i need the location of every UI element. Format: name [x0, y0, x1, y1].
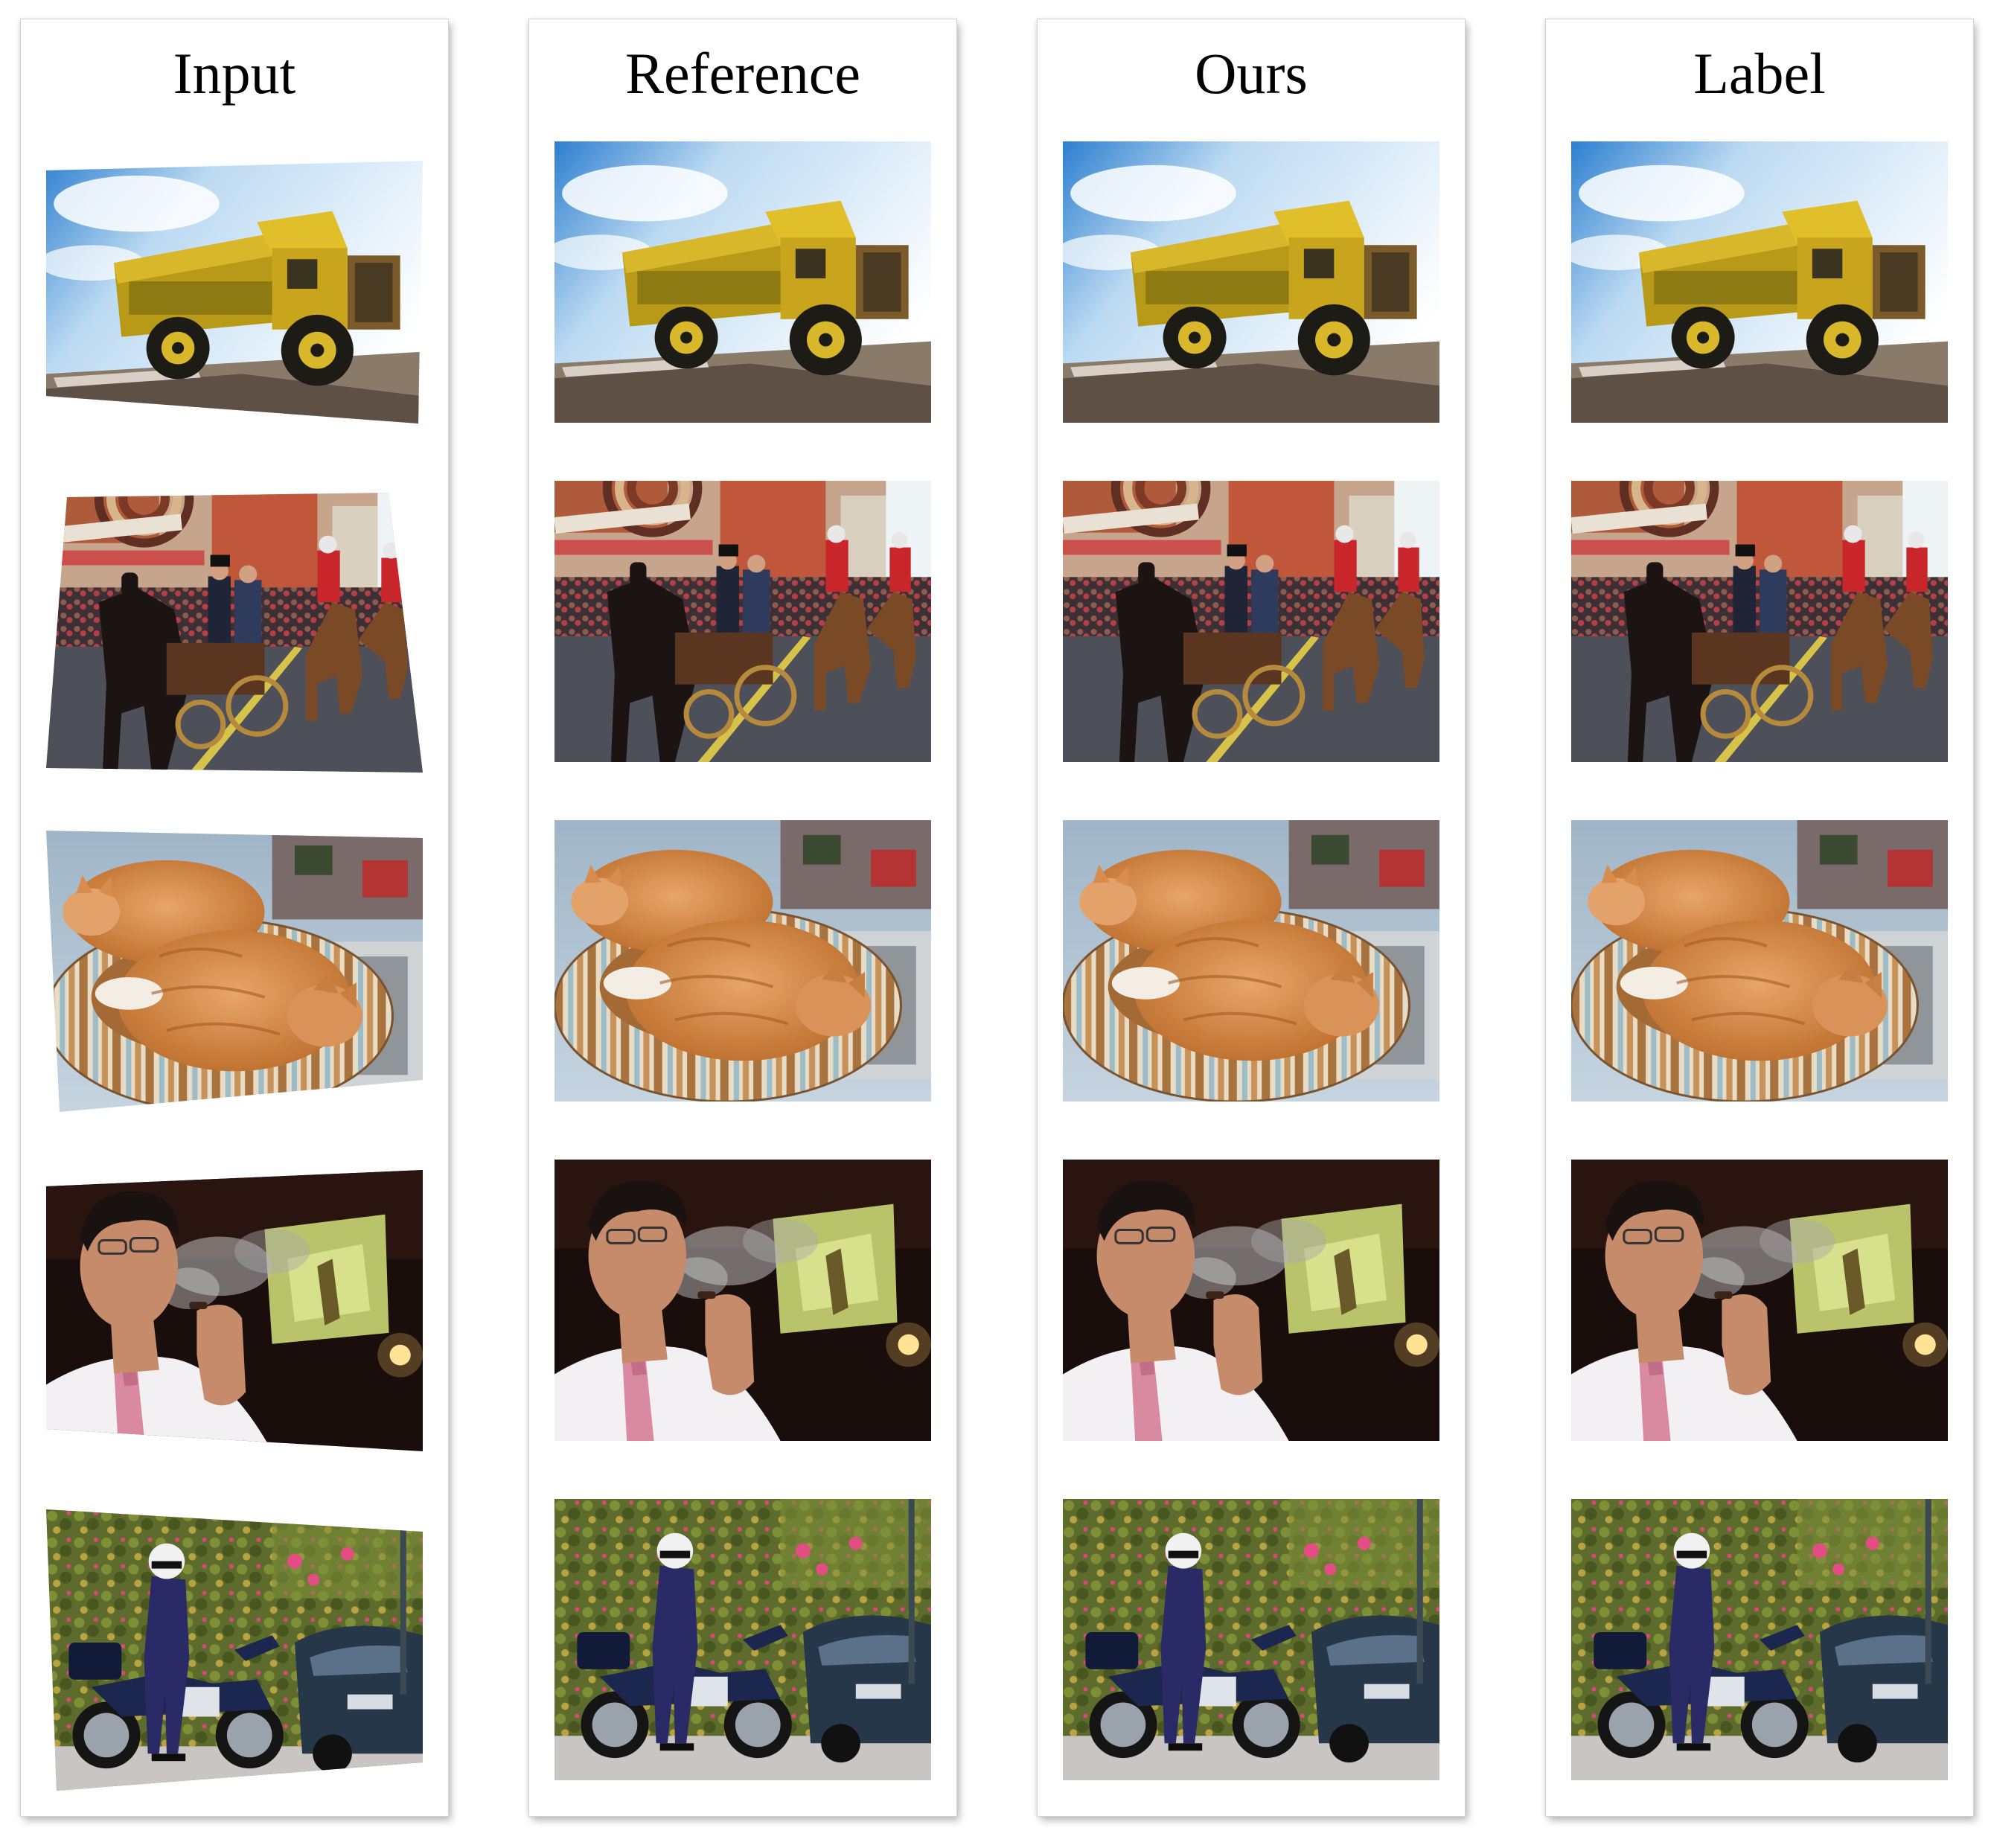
column-reference: Reference	[529, 19, 956, 1816]
ours-image-police	[1063, 1499, 1439, 1780]
column-title: Input	[173, 41, 296, 106]
image-truck	[555, 141, 931, 423]
image-police	[1063, 1499, 1439, 1780]
image-parade	[555, 481, 931, 762]
image-cats	[555, 820, 931, 1102]
column-title: Ours	[1195, 41, 1308, 106]
image-parade	[1571, 481, 1948, 762]
input-image-police	[46, 1509, 423, 1791]
image-cats	[1571, 820, 1948, 1102]
image-police	[46, 1509, 423, 1791]
image-police	[1571, 1499, 1948, 1780]
reference-image-police	[555, 1499, 931, 1780]
label-image-cats	[1571, 820, 1948, 1102]
image-smoker	[1063, 1160, 1439, 1441]
label-image-truck	[1571, 141, 1948, 423]
image-police	[555, 1499, 931, 1780]
image-truck	[1571, 141, 1948, 423]
ours-image-cats	[1063, 820, 1439, 1102]
image-cats	[1063, 820, 1439, 1102]
image-truck	[46, 161, 423, 423]
column-input: Input	[21, 19, 448, 1816]
column-label: Label	[1546, 19, 1973, 1816]
image-truck	[1063, 141, 1439, 423]
image-cats	[46, 831, 423, 1112]
input-image-cats	[46, 831, 423, 1112]
image-parade	[46, 491, 423, 773]
label-image-police	[1571, 1499, 1948, 1780]
label-image-smoker	[1571, 1160, 1948, 1441]
ours-image-truck	[1063, 141, 1439, 423]
reference-image-parade	[555, 481, 931, 762]
input-image-truck	[46, 152, 423, 433]
input-image-parade	[46, 491, 423, 773]
reference-image-truck	[555, 141, 931, 423]
image-smoker	[555, 1160, 931, 1441]
reference-image-smoker	[555, 1160, 931, 1441]
image-smoker	[46, 1170, 423, 1451]
image-smoker	[1571, 1160, 1948, 1441]
label-image-parade	[1571, 481, 1948, 762]
input-image-smoker	[46, 1170, 423, 1451]
column-title: Reference	[624, 41, 861, 106]
reference-image-cats	[555, 820, 931, 1102]
ours-image-smoker	[1063, 1160, 1439, 1441]
image-parade	[1063, 481, 1439, 762]
column-ours: Ours	[1038, 19, 1465, 1816]
column-title: Label	[1693, 41, 1826, 106]
ours-image-parade	[1063, 481, 1439, 762]
